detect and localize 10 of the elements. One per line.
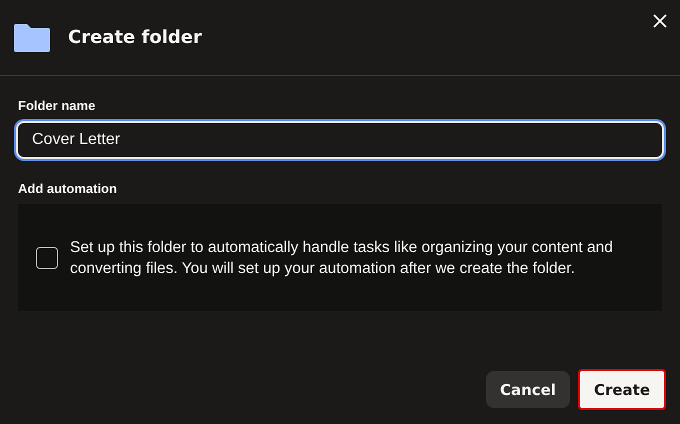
folder-name-field[interactable]: Cover Letter [16, 121, 664, 159]
field-label: Folder name [17, 98, 96, 113]
cancel-button[interactable]: Cancel [486, 371, 570, 408]
checkbox[interactable] [36, 246, 58, 268]
section-label: Add automation [17, 181, 118, 196]
create-button[interactable]: Create [580, 371, 664, 408]
close-icon[interactable] [652, 13, 668, 29]
dialog-title: Create folder [68, 27, 202, 48]
folder-icon [14, 24, 50, 52]
automation-description: Set up this folder to automatically handle tasks like organizing your content and converting files. You will set up your automation after we create the folder. [70, 238, 614, 278]
